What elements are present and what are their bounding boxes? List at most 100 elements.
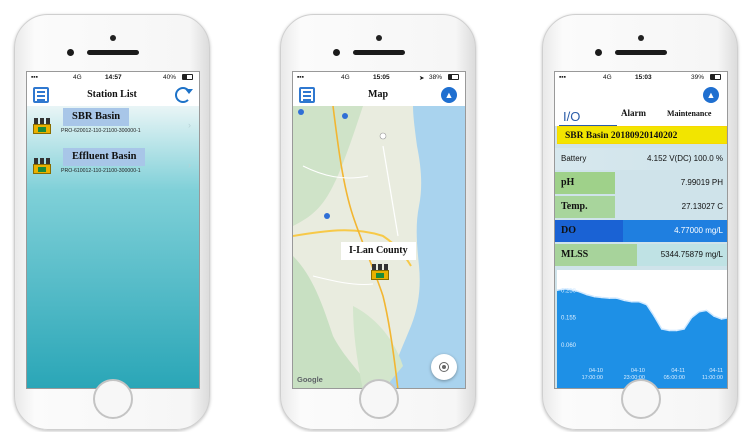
tab-io[interactable]: I/O	[563, 109, 580, 124]
status-bar: ▪▪▪ 4G 15:05 ➤ 38%	[293, 72, 465, 84]
reading-value: 7.99019 PH	[680, 178, 723, 187]
list-item[interactable]: Effluent Basin PRO-610012-110-21100-3000…	[27, 146, 199, 186]
reading-label: pH	[555, 172, 615, 194]
tab-alarm[interactable]: Alarm	[621, 108, 646, 118]
station-name: Effluent Basin	[63, 148, 146, 166]
x-tick-label: 05:00:00	[664, 375, 685, 381]
front-camera	[110, 35, 116, 41]
battery-fill	[183, 75, 187, 79]
status-time: 15:05	[373, 74, 390, 81]
data-point	[593, 296, 595, 298]
x-tick-label: 11:00:00	[702, 375, 723, 381]
earpiece-speaker	[615, 50, 667, 55]
home-button[interactable]	[621, 379, 661, 419]
map-view[interactable]: I-Lan County Google	[293, 106, 465, 388]
navigation-icon[interactable]: ▲	[703, 87, 719, 103]
station-code: PRO-620012-110-21100-300000-1	[61, 128, 141, 134]
status-bar: ▪▪▪ 4G 15:03 39%	[555, 72, 727, 84]
county-label: I-Lan County	[341, 242, 416, 260]
battery-percent: 38%	[429, 74, 443, 81]
network-label: 4G	[603, 74, 612, 81]
data-point	[698, 311, 700, 313]
battery-icon	[182, 74, 193, 80]
data-point	[653, 315, 655, 317]
x-tick-label: 17:00:00	[582, 375, 603, 381]
my-location-button[interactable]	[431, 354, 457, 380]
factory-icon	[33, 158, 51, 174]
navigation-icon[interactable]: ▲	[441, 87, 457, 103]
reading-value: 4.152 V(DC) 100.0 %	[646, 154, 723, 163]
screen: ▪▪▪ 4G 14:57 40% Station List SBR Basin …	[26, 71, 200, 389]
page-title: Map	[355, 86, 401, 103]
battery-fill	[711, 75, 715, 79]
x-tick-label: 04-11	[709, 368, 723, 374]
signal-icon: ▪▪▪	[31, 74, 38, 81]
earpiece-speaker	[353, 50, 405, 55]
signal-icon: ▪▪▪	[297, 74, 304, 81]
x-tick-label: 04-11	[671, 368, 685, 374]
front-camera	[638, 35, 644, 41]
station-banner: SBR Basin 20180920140202	[557, 126, 727, 144]
battery-percent: 39%	[691, 74, 705, 81]
reading-value: 27.13027 C	[681, 202, 723, 211]
data-point	[683, 328, 685, 330]
y-tick-label: 0.060	[561, 343, 577, 349]
location-arrow-icon: ➤	[419, 75, 425, 82]
reading-label: DO	[555, 220, 623, 242]
earpiece-speaker	[87, 50, 139, 55]
data-point	[586, 294, 588, 296]
data-point	[676, 329, 678, 332]
phone-station-detail: ▪▪▪ 4G 15:03 39% ▲ I/O Alarm Maintenance…	[542, 14, 738, 430]
network-label: 4G	[341, 74, 350, 81]
data-point	[668, 329, 670, 332]
phone-station-list: ▪▪▪ 4G 14:57 40% Station List SBR Basin …	[14, 14, 210, 430]
refresh-icon[interactable]	[175, 87, 193, 103]
phone-map: ▪▪▪ 4G 15:05 ➤ 38% Map ▲ I-Lan County Go…	[280, 14, 476, 430]
screen: ▪▪▪ 4G 15:03 39% ▲ I/O Alarm Maintenance…	[554, 71, 728, 389]
signal-icon: ▪▪▪	[559, 74, 566, 81]
front-camera	[376, 35, 382, 41]
tab-maintenance[interactable]: Maintenance	[667, 109, 711, 118]
data-point	[601, 296, 603, 299]
reading-row-mlss: MLSS 5344.75879 mg/L	[555, 244, 727, 266]
list-item[interactable]: SBR Basin PRO-620012-110-21100-300000-1 …	[27, 106, 199, 146]
x-tick-label: 04-10	[589, 368, 603, 374]
data-point	[608, 297, 610, 299]
menu-icon[interactable]	[299, 87, 315, 103]
nav-bar: Map ▲	[293, 84, 465, 106]
io-panel: SBR Basin 20180920140202 Battery 4.152 V…	[555, 126, 727, 388]
reading-label: Battery	[561, 154, 587, 163]
status-time: 15:03	[635, 74, 652, 81]
home-button[interactable]	[359, 379, 399, 419]
y-tick-label: 0.250	[561, 288, 577, 294]
battery-percent: 40%	[163, 74, 177, 81]
page-title: Station List	[75, 86, 149, 103]
menu-icon[interactable]	[33, 87, 49, 103]
network-label: 4G	[73, 74, 82, 81]
battery-icon	[448, 74, 459, 80]
data-point	[646, 304, 648, 306]
nav-bar: ▲	[555, 84, 727, 106]
nav-bar: Station List	[27, 84, 199, 106]
trend-chart-svg: 0.2500.1550.06004-1017:00:0004-1023:00:0…	[557, 270, 727, 388]
screen: ▪▪▪ 4G 15:05 ➤ 38% Map ▲ I-Lan County Go…	[292, 71, 466, 389]
data-point	[661, 328, 663, 330]
chevron-right-icon: ›	[188, 160, 191, 170]
tab-bar: I/O Alarm Maintenance	[555, 106, 727, 126]
factory-icon	[33, 118, 51, 134]
data-point	[623, 299, 625, 301]
reading-label: Temp.	[555, 196, 615, 218]
data-point	[706, 309, 708, 311]
chevron-right-icon: ›	[188, 120, 191, 130]
data-point	[578, 291, 580, 293]
reading-row-ph: pH 7.99019 PH	[555, 172, 727, 194]
y-tick-label: 0.155	[561, 316, 577, 322]
trend-chart[interactable]: 0.250 0.155 0.060 04-10 17:00:00 04-10 23:00:0…	[557, 270, 727, 388]
x-tick-label: 04-10	[631, 368, 645, 374]
sensor-dot	[595, 49, 602, 56]
station-code: PRO-610012-110-21100-300000-1	[61, 168, 141, 174]
home-button[interactable]	[93, 379, 133, 419]
sensor-dot	[67, 49, 74, 56]
station-list: SBR Basin PRO-620012-110-21100-300000-1 …	[27, 106, 199, 388]
data-point	[713, 315, 715, 317]
